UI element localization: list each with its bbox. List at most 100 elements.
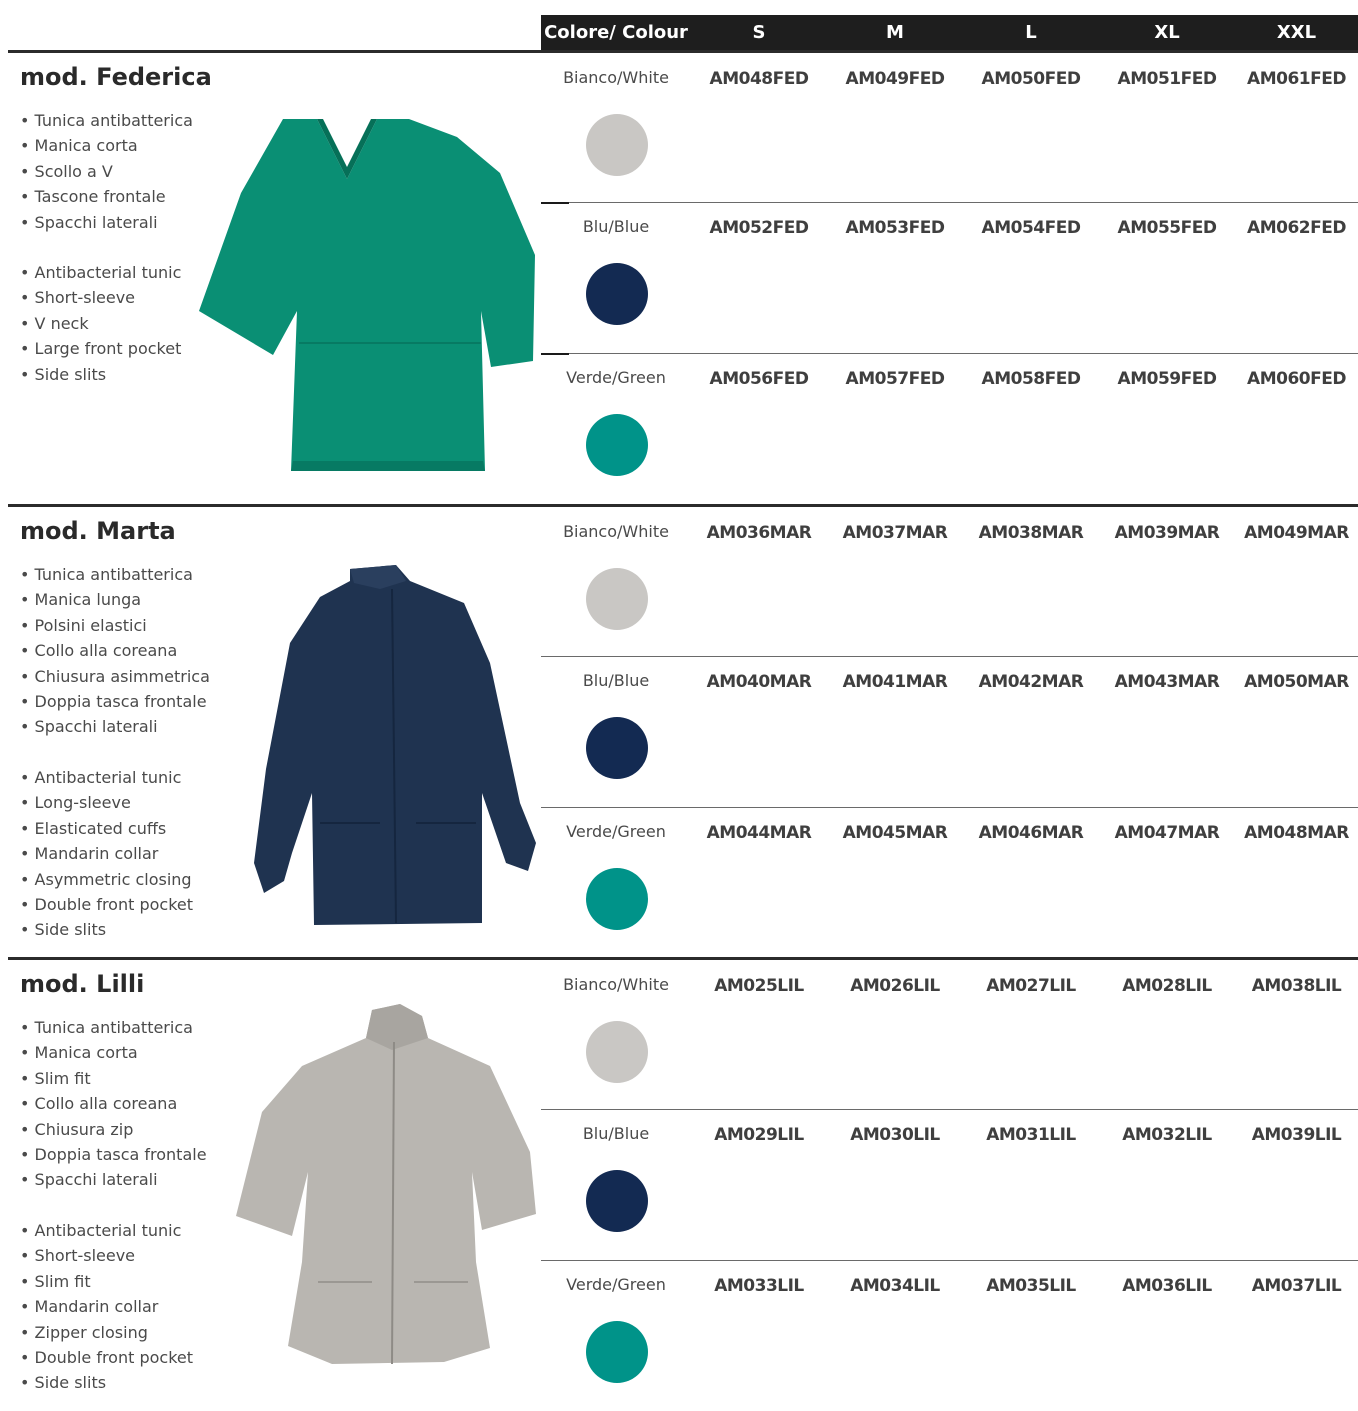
feature-item: Manica corta: [20, 1040, 207, 1065]
code-cell: AM045MAR: [842, 823, 948, 843]
code-cell: AM028LIL: [1122, 976, 1212, 996]
feature-item: Side slits: [20, 917, 193, 942]
code-cell: AM035LIL: [986, 1276, 1076, 1296]
feature-item: Tunica antibatterica: [20, 1015, 207, 1040]
color-label: Blu/Blue: [582, 217, 650, 236]
code-cell: AM055FED: [1117, 218, 1217, 238]
swatch-white: [586, 114, 648, 176]
features-it: Tunica antibatterica Manica lunga Polsin…: [20, 562, 210, 740]
code-cell: AM038LIL: [1251, 976, 1342, 996]
color-row: Blu/Blue AM040MAR AM041MAR AM042MAR AM04…: [541, 656, 1358, 807]
color-row: Verde/Green AM033LIL AM034LIL AM035LIL A…: [541, 1260, 1358, 1411]
feature-item: Polsini elastici: [20, 613, 210, 638]
feature-item: V neck: [20, 311, 181, 336]
code-cell: AM048FED: [709, 69, 809, 89]
code-cell: AM026LIL: [850, 976, 940, 996]
feature-item: Short-sleeve: [20, 285, 181, 310]
code-cell: AM052FED: [709, 218, 809, 238]
code-cell: AM039LIL: [1251, 1125, 1342, 1145]
color-label: Blu/Blue: [582, 671, 650, 690]
code-cell: AM061FED: [1247, 69, 1346, 89]
code-cell: AM034LIL: [850, 1276, 940, 1296]
row-divider: [541, 202, 1358, 203]
code-cell: AM049FED: [845, 69, 945, 89]
features-en: Antibacterial tunic Long-sleeve Elastica…: [20, 765, 193, 943]
color-row: Bianco/White AM036MAR AM037MAR AM038MAR …: [541, 507, 1358, 658]
code-cell: AM032LIL: [1122, 1125, 1212, 1145]
swatch-blue: [586, 717, 648, 779]
code-cell: AM046MAR: [978, 823, 1084, 843]
feature-item: Double front pocket: [20, 892, 193, 917]
feature-item: Chiusura asimmetrica: [20, 664, 210, 689]
features-it: Tunica antibatterica Manica corta Scollo…: [20, 108, 193, 235]
code-cell: AM056FED: [709, 369, 809, 389]
code-cell: AM040MAR: [706, 672, 812, 692]
feature-item: Slim fit: [20, 1269, 193, 1294]
row-divider: [541, 656, 1358, 657]
feature-item: Scollo a V: [20, 159, 193, 184]
swatch-blue: [586, 263, 648, 325]
code-cell: AM031LIL: [986, 1125, 1076, 1145]
feature-item: Doppia tasca frontale: [20, 689, 210, 714]
color-row: Bianco/White AM025LIL AM026LIL AM027LIL …: [541, 960, 1358, 1111]
code-cell: AM042MAR: [978, 672, 1084, 692]
code-cell: AM053FED: [845, 218, 945, 238]
features-it: Tunica antibatterica Manica corta Slim f…: [20, 1015, 207, 1193]
code-cell: AM043MAR: [1114, 672, 1220, 692]
model-title: mod. Lilli: [20, 970, 145, 998]
swatch-white: [586, 568, 648, 630]
swatch-green: [586, 868, 648, 930]
code-cell: AM057FED: [845, 369, 945, 389]
code-cell: AM041MAR: [842, 672, 948, 692]
row-divider-mark: [541, 202, 569, 204]
code-cell: AM050FED: [981, 69, 1081, 89]
feature-item: Double front pocket: [20, 1345, 193, 1370]
color-row: Verde/Green AM056FED AM057FED AM058FED A…: [541, 353, 1358, 504]
header-size-xxl: XXL: [1276, 22, 1317, 43]
feature-item: Asymmetric closing: [20, 867, 193, 892]
feature-item: Zipper closing: [20, 1320, 193, 1345]
code-cell: AM060FED: [1247, 369, 1346, 389]
color-label: Bianco/White: [563, 522, 669, 541]
color-label: Bianco/White: [563, 68, 669, 87]
feature-item: Tunica antibatterica: [20, 108, 193, 133]
color-label: Blu/Blue: [582, 1124, 650, 1143]
tunic-photo-lilli: [236, 1004, 536, 1365]
feature-item: Spacchi laterali: [20, 1167, 207, 1192]
tunic-photo-marta: [254, 565, 536, 925]
feature-item: Tunica antibatterica: [20, 562, 210, 587]
row-divider: [541, 1109, 1358, 1110]
row-divider: [541, 1260, 1358, 1261]
swatch-green: [586, 1321, 648, 1383]
code-cell: AM059FED: [1117, 369, 1217, 389]
code-cell: AM048MAR: [1244, 823, 1349, 843]
swatch-white: [586, 1021, 648, 1083]
code-cell: AM029LIL: [714, 1125, 804, 1145]
header-size-xl: XL: [1154, 22, 1180, 43]
feature-item: Tascone frontale: [20, 184, 193, 209]
swatch-green: [586, 414, 648, 476]
model-lilli: mod. Lilli Tunica antibatterica Manica c…: [0, 960, 1358, 1402]
feature-item: Large front pocket: [20, 336, 182, 361]
header-size-s: S: [752, 22, 766, 43]
feature-item: Collo alla coreana: [20, 1091, 207, 1116]
code-cell: AM033LIL: [714, 1276, 804, 1296]
feature-item: Manica lunga: [20, 587, 210, 612]
color-label: Verde/Green: [566, 1275, 666, 1294]
model-title: mod. Federica: [20, 63, 212, 91]
row-divider-mark: [541, 353, 569, 355]
code-cell: AM037MAR: [842, 523, 948, 543]
model-federica: mod. Federica Tunica antibatterica Manic…: [0, 53, 1358, 505]
row-divider: [541, 353, 1358, 354]
code-cell: AM044MAR: [706, 823, 812, 843]
code-cell: AM058FED: [981, 369, 1081, 389]
code-cell: AM047MAR: [1114, 823, 1220, 843]
feature-item: Manica corta: [20, 133, 193, 158]
color-row: Bianco/White AM048FED AM049FED AM050FED …: [541, 53, 1358, 204]
feature-item: Mandarin collar: [20, 841, 193, 866]
model-marta: mod. Marta Tunica antibatterica Manica l…: [0, 507, 1358, 958]
feature-item: Collo alla coreana: [20, 638, 210, 663]
code-cell: AM051FED: [1117, 69, 1217, 89]
features-en: Antibacterial tunic Short-sleeve Slim fi…: [20, 1218, 193, 1396]
feature-item: Mandarin collar: [20, 1294, 193, 1319]
